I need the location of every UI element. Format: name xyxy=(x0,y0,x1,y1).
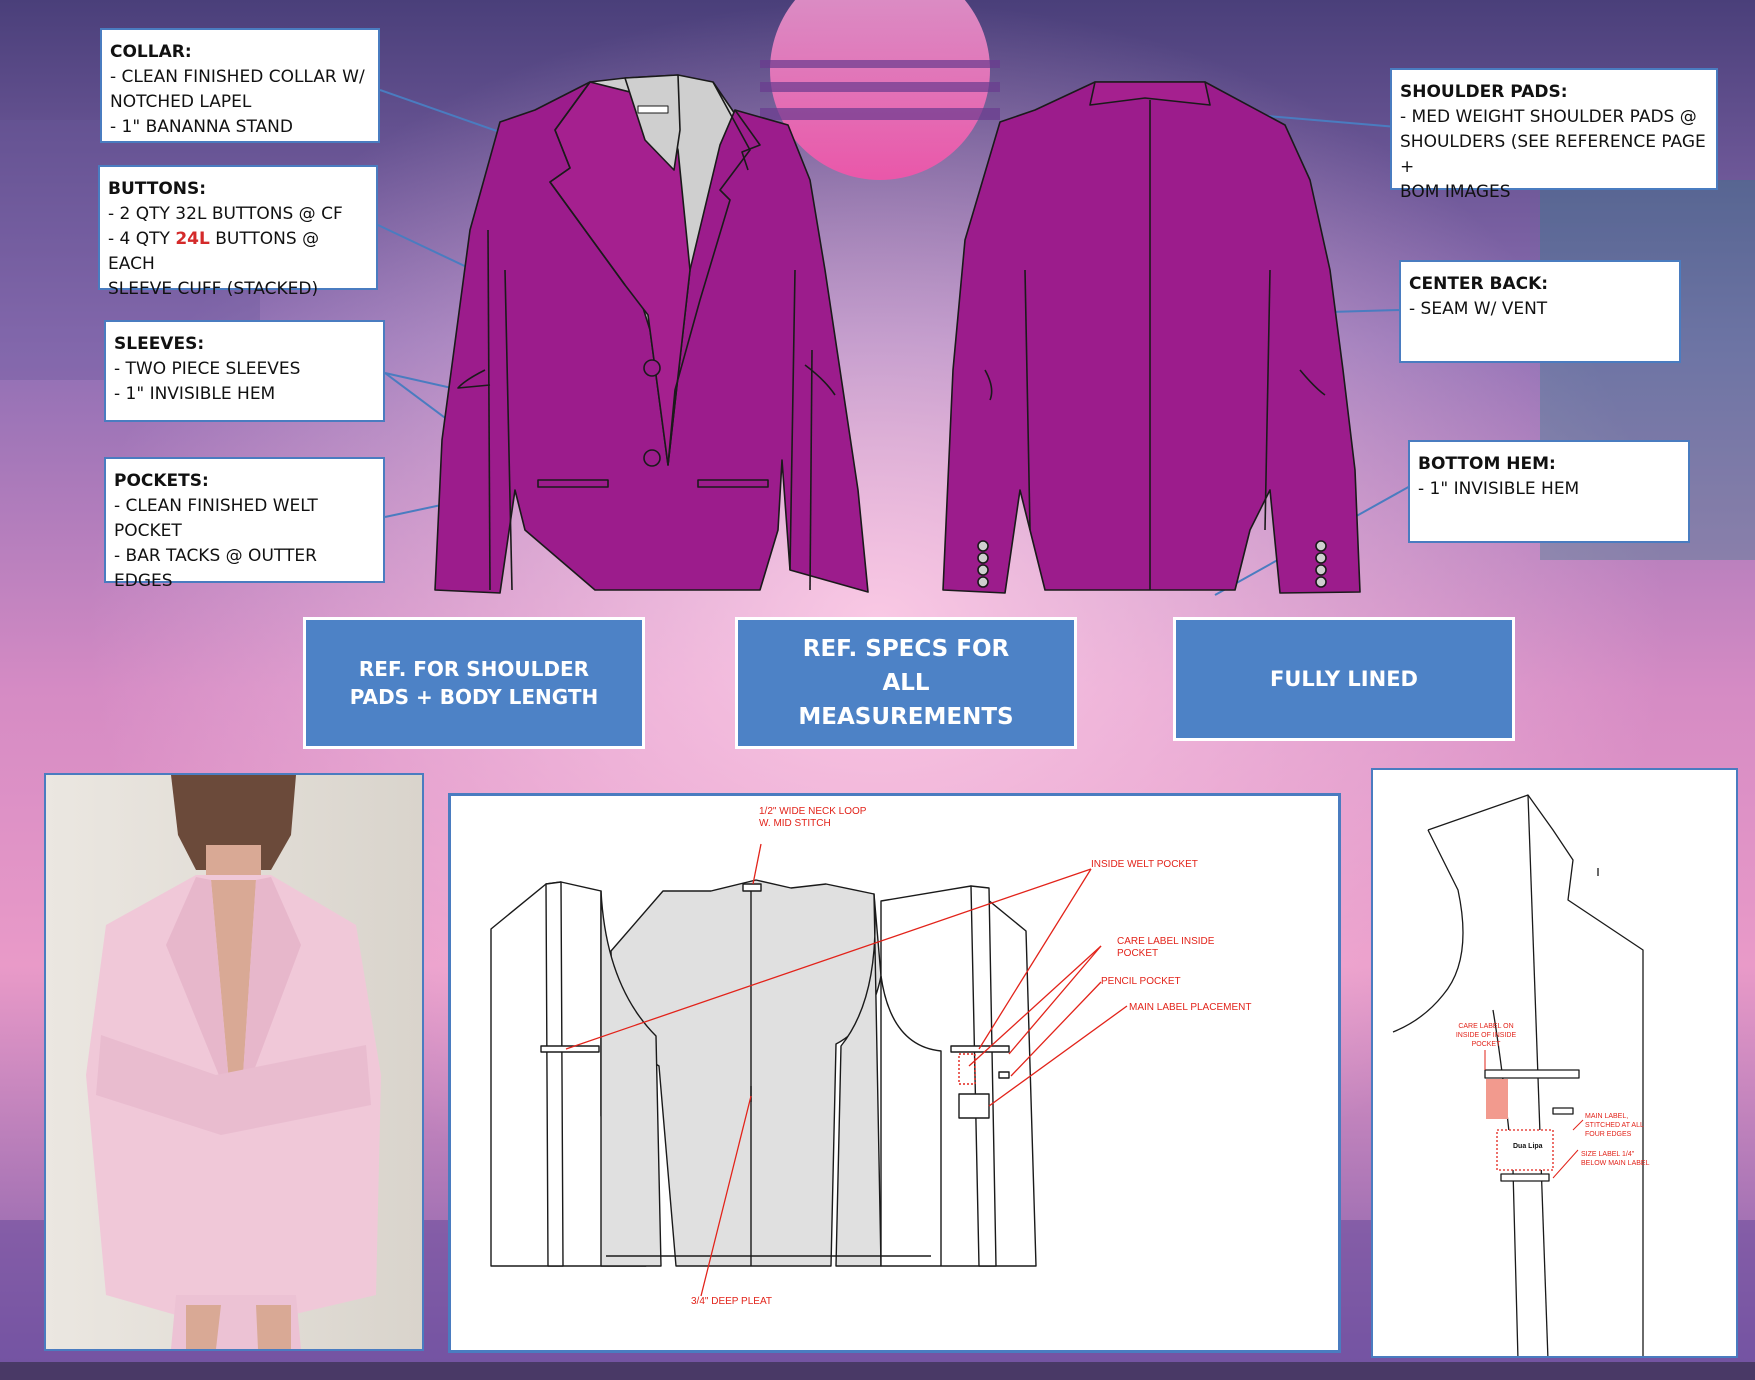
inside-detail-panel: CARE LABEL ON INSIDE OF INSIDE POCKET MA… xyxy=(1371,768,1738,1358)
bottom-hem-callout: BOTTOM HEM: - 1" INVISIBLE HEM xyxy=(1408,440,1690,543)
pockets-line: - BAR TACKS @ OUTTER EDGES xyxy=(114,546,317,591)
pockets-title: POCKETS: xyxy=(114,471,209,491)
buttons-title: BUTTONS: xyxy=(108,179,207,199)
jacket-front-flat xyxy=(434,74,869,594)
inside-welt-label: INSIDE WELT POCKET xyxy=(1091,859,1198,870)
detail-size-label: SIZE LABEL 1/4" BELOW MAIN LABEL xyxy=(1581,1151,1650,1167)
neck-loop-label: 1/2" WIDE NECK LOOP W. MID STITCH xyxy=(759,806,867,829)
bottom-hem-title: BOTTOM HEM: xyxy=(1418,454,1556,474)
shoulder-pads-line: BOM IMAGES xyxy=(1400,182,1511,202)
shoulder-pads-callout: SHOULDER PADS: - MED WEIGHT SHOULDER PAD… xyxy=(1390,68,1718,202)
ref-fully-lined[interactable]: FULLY LINED xyxy=(1173,617,1515,741)
collar-line: NOTCHED LAPEL xyxy=(110,92,252,112)
collar-callout: COLLAR: - CLEAN FINISHED COLLAR W/ NOTCH… xyxy=(100,28,380,143)
buttons-callout: BUTTONS: - 2 QTY 32L BUTTONS @ CF - 4 QT… xyxy=(98,165,378,299)
collar-line: - CLEAN FINISHED COLLAR W/ xyxy=(110,67,365,87)
reference-photo xyxy=(46,775,422,1349)
ref-specs-all-measurements[interactable]: REF. SPECS FOR ALL MEASUREMENTS xyxy=(735,617,1077,749)
ref-shoulder-pads-body-length[interactable]: REF. FOR SHOULDER PADS + BODY LENGTH xyxy=(303,617,645,749)
collar-title: COLLAR: xyxy=(110,42,192,62)
buttons-line: SLEEVE CUFF (STACKED) xyxy=(108,279,319,299)
buttons-line: - 4 QTY 24L BUTTONS @ EACH xyxy=(108,227,366,277)
ref-lined-label: FULLY LINED xyxy=(1270,667,1418,691)
detail-care-label: CARE LABEL ON INSIDE OF INSIDE POCKET xyxy=(1455,1023,1517,1048)
buttons-line: - 2 QTY 32L BUTTONS @ CF xyxy=(108,204,343,224)
shoulder-pads-title: SHOULDER PADS: xyxy=(1400,82,1568,102)
pockets-callout: POCKETS: - CLEAN FINISHED WELT POCKET - … xyxy=(104,457,385,591)
inside-lining-panel: 1/2" WIDE NECK LOOP W. MID STITCH INSIDE… xyxy=(448,793,1341,1353)
shoulder-pads-line: SHOULDERS (SEE REFERENCE PAGE + xyxy=(1400,132,1706,177)
care-label-inside-label: CARE LABEL INSIDE POCKET xyxy=(1117,936,1215,959)
jacket-back-flat xyxy=(942,81,1361,594)
shoulder-pads-line: - MED WEIGHT SHOULDER PADS @ xyxy=(1400,107,1697,127)
sleeves-title: SLEEVES: xyxy=(114,334,205,354)
main-label-placement-label: MAIN LABEL PLACEMENT xyxy=(1129,1002,1252,1013)
bottom-hem-line: - 1" INVISIBLE HEM xyxy=(1418,479,1580,499)
deep-pleat-label: 3/4" DEEP PLEAT xyxy=(691,1296,772,1307)
brand-label-text: Dua Lipa xyxy=(1513,1143,1543,1150)
reference-photo-panel xyxy=(44,773,424,1351)
buttons-size-highlight: 24L xyxy=(175,229,210,249)
detail-main-label: MAIN LABEL, STITCHED AT ALL FOUR EDGES xyxy=(1585,1113,1644,1138)
inside-detail-flat xyxy=(1392,794,1644,1356)
pencil-pocket-label: PENCIL POCKET xyxy=(1101,976,1181,987)
sleeves-line: - 1" INVISIBLE HEM xyxy=(114,384,276,404)
ref-specs-label: REF. SPECS FOR ALL MEASUREMENTS xyxy=(798,636,1014,730)
sleeves-line: - TWO PIECE SLEEVES xyxy=(114,359,301,379)
collar-line: - 1" BANANNA STAND xyxy=(110,117,293,137)
buttons-line-pre: - 4 QTY xyxy=(108,229,176,249)
pockets-line: POCKET xyxy=(114,521,182,541)
pockets-line: - CLEAN FINISHED WELT xyxy=(114,496,318,516)
sleeves-callout: SLEEVES: - TWO PIECE SLEEVES - 1" INVISI… xyxy=(104,320,385,422)
inside-lining-flat xyxy=(490,843,1128,1297)
center-back-callout: CENTER BACK: - SEAM W/ VENT xyxy=(1399,260,1681,363)
ref-shoulder-label: REF. FOR SHOULDER PADS + BODY LENGTH xyxy=(349,657,599,709)
center-back-line: - SEAM W/ VENT xyxy=(1409,299,1548,319)
center-back-title: CENTER BACK: xyxy=(1409,274,1549,294)
